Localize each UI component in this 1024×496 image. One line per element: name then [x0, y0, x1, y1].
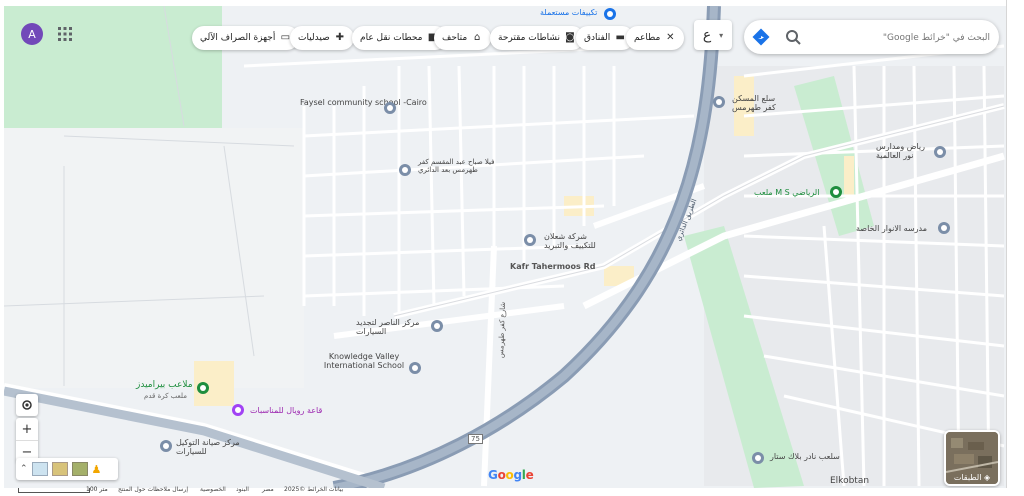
label-bakery: سلع المسكن كفر طهرمس — [732, 94, 776, 112]
pharmacy-icon: ✚ — [335, 32, 344, 43]
chip-restaurants[interactable]: مطاعم ✕ — [626, 26, 685, 50]
apps-grid-icon[interactable] — [58, 27, 72, 41]
crosshair-icon — [22, 400, 32, 410]
search-input[interactable] — [802, 27, 992, 49]
stadium-pin-icon-2[interactable] — [830, 186, 842, 198]
pegman-icon[interactable]: ♟ — [92, 463, 102, 476]
place-pin-icon-2[interactable] — [752, 452, 764, 464]
label-knowledge-valley: Knowledge Valley International School — [323, 352, 405, 370]
map-thumb-icon[interactable] — [31, 462, 48, 476]
footer-bar: 100 متر إرسال ملاحظات حول المنتج الخصوصي… — [0, 486, 1024, 496]
expand-icon[interactable]: ⌃ — [20, 464, 28, 474]
directions-icon[interactable] — [752, 28, 770, 46]
scale-bar — [18, 488, 90, 493]
label-shaalan: شركة شعلان للتكييف والتبريد — [544, 232, 596, 250]
chip-atms-label: أجهزة الصراف الآلي — [200, 33, 276, 43]
chip-atms[interactable]: أجهزة الصراف الآلي ▭ — [192, 26, 300, 50]
zoom-controls: + − — [16, 418, 38, 462]
map-type-strip: ⌃ ♟ — [16, 458, 118, 480]
bed-icon: ▬ — [615, 32, 625, 43]
school-pin-icon-4[interactable] — [934, 146, 946, 158]
satellite-thumb-icon[interactable] — [71, 462, 88, 476]
label-pyramids-sub: ملعب كرة قدم — [144, 392, 187, 400]
label-royal-hall: قاعة رويال للمناسبات — [250, 406, 323, 415]
fork-knife-icon: ✕ — [666, 32, 675, 43]
chip-restaurants-label: مطاعم — [634, 33, 661, 43]
search-icon[interactable] — [784, 28, 802, 46]
map-canvas[interactable]: Faysel community school -Cairo فيلا صباح… — [4, 6, 1006, 488]
place-pin-icon[interactable] — [399, 164, 411, 176]
chip-things-to-do[interactable]: نشاطات مقترحة ◙ — [490, 26, 584, 50]
shop-pin-icon-2[interactable] — [713, 96, 725, 108]
avatar[interactable]: A — [21, 23, 43, 45]
google-logo: Google — [488, 468, 534, 482]
footer-privacy[interactable]: الخصوصية — [200, 486, 226, 493]
layer-label: ع — [702, 27, 712, 43]
label-kiosk: تكييفات مستعملة — [540, 8, 598, 17]
shop-pin-icon[interactable] — [524, 234, 536, 246]
layers-button[interactable]: الطبقات ◈ — [944, 430, 1000, 486]
my-location-button[interactable] — [16, 394, 38, 416]
chip-things-to-do-label: نشاطات مقترحة — [498, 33, 560, 43]
label-nabil: سلعب نادر بلاك ستار — [770, 452, 840, 461]
label-riyad: رياض ومدارس نور العالمية — [876, 142, 925, 160]
route-shield: 75 — [468, 434, 483, 444]
layer-toggle-button[interactable]: ع ▾ — [694, 20, 732, 50]
layers-label: الطبقات ◈ — [953, 473, 991, 482]
chip-pharmacies[interactable]: صيدليات ✚ — [290, 26, 354, 50]
map-roads — [4, 6, 1005, 488]
layers-icon: ◈ — [984, 473, 991, 482]
museum-icon: ⌂ — [473, 32, 481, 43]
chevron-down-icon: ▾ — [719, 30, 724, 40]
footer-terms[interactable]: البنود — [236, 486, 249, 493]
chip-hotels-label: الفنادق — [584, 33, 611, 43]
label-nasser: مركز الناصر لتجديد السيارات — [356, 318, 420, 336]
footer-country: مصر — [262, 486, 274, 493]
search-box[interactable] — [744, 20, 999, 54]
footer-feedback[interactable]: إرسال ملاحظات حول المنتج — [118, 486, 188, 493]
label-tawkeel: مركز صيانة التوكيل للسيارات — [176, 438, 240, 456]
school-pin-icon[interactable] — [384, 102, 396, 114]
stadium-pin-icon[interactable] — [197, 382, 209, 394]
chip-transit[interactable]: محطات نقل عام ■ — [352, 26, 447, 50]
label-villa: فيلا صباح عبد المقسم كفر طهرمس بعد الدائ… — [418, 158, 495, 174]
chip-museums[interactable]: متاحف ⌂ — [434, 26, 492, 50]
label-ms-stadium: ملعب M S الرياضي — [754, 188, 820, 197]
label-anwar: مدرسه الانوار الخاصة — [856, 224, 927, 233]
camera-icon: ◙ — [565, 32, 575, 43]
terrain-thumb-icon[interactable] — [51, 462, 68, 476]
label-faysel-school: Faysel community school -Cairo — [300, 98, 427, 107]
side-panel-edge — [1006, 0, 1024, 496]
shop-pin-icon-3[interactable] — [604, 8, 616, 20]
chip-transit-label: محطات نقل عام — [360, 33, 423, 43]
footer-map-data: بيانات الخرائط ©2025 — [284, 486, 344, 493]
label-kafr-rd: Kafr Tahermoos Rd — [510, 262, 596, 271]
chip-museums-label: متاحف — [442, 33, 468, 43]
label-elkobtan: Elkobtan — [830, 476, 870, 486]
map-frame: Faysel community school -Cairo فيلا صباح… — [0, 0, 1024, 496]
school-pin-icon-3[interactable] — [938, 222, 950, 234]
school-pin-icon-2[interactable] — [409, 362, 421, 374]
label-pyramids: ملاعب بيراميدز — [136, 380, 193, 390]
zoom-in-button[interactable]: + — [16, 418, 38, 440]
venue-pin-icon[interactable] — [232, 404, 244, 416]
chip-pharmacies-label: صيدليات — [298, 33, 330, 43]
scale-label: 100 متر — [86, 486, 108, 493]
car-pin-icon[interactable] — [431, 320, 443, 332]
car-pin-icon-2[interactable] — [160, 440, 172, 452]
